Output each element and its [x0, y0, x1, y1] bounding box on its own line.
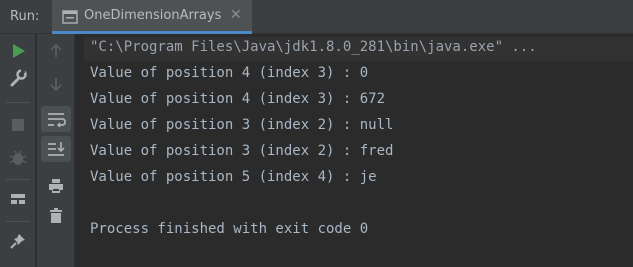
console-output[interactable]: "C:\Program Files\Java\jdk1.8.0_281\bin\…	[76, 34, 633, 267]
run-toolbar	[0, 34, 36, 267]
console-line: Value of position 3 (index 2) : null	[90, 117, 394, 133]
toolbar-separator	[6, 102, 30, 103]
run-panel-header: Run: OneDimensionArrays ✕	[0, 0, 633, 34]
scroll-to-end-icon[interactable]	[41, 136, 71, 162]
play-icon[interactable]	[6, 39, 30, 63]
pin-icon[interactable]	[6, 229, 30, 253]
console-line: Value of position 4 (index 3) : 0	[90, 65, 369, 81]
print-icon[interactable]	[44, 174, 68, 198]
console-window-icon	[62, 9, 78, 24]
console-toolbar	[37, 34, 75, 267]
tab-onedimensionarrays[interactable]: OneDimensionArrays ✕	[52, 0, 252, 34]
stop-icon[interactable]	[6, 113, 30, 137]
command-line: "C:\Program Files\Java\jdk1.8.0_281\bin\…	[90, 39, 537, 55]
process-finished-line: Process finished with exit code 0	[90, 221, 369, 237]
console-line: Value of position 5 (index 4) : je	[90, 169, 377, 185]
run-label: Run:	[10, 9, 40, 24]
bug-icon[interactable]	[6, 146, 30, 170]
tab-title: OneDimensionArrays	[84, 8, 222, 23]
close-icon[interactable]: ✕	[230, 7, 242, 23]
trash-icon[interactable]	[44, 204, 68, 228]
arrow-down-icon[interactable]	[44, 72, 68, 96]
arrow-up-icon[interactable]	[44, 39, 68, 63]
console-line: Value of position 4 (index 3) : 672	[90, 91, 386, 107]
soft-wrap-icon[interactable]	[41, 106, 71, 132]
layout-icon[interactable]	[6, 187, 30, 211]
console-line: Value of position 3 (index 2) : fred	[90, 143, 394, 159]
toolbar-separator	[6, 221, 30, 222]
wrench-icon[interactable]	[6, 66, 30, 90]
toolbar-separator	[6, 179, 30, 180]
